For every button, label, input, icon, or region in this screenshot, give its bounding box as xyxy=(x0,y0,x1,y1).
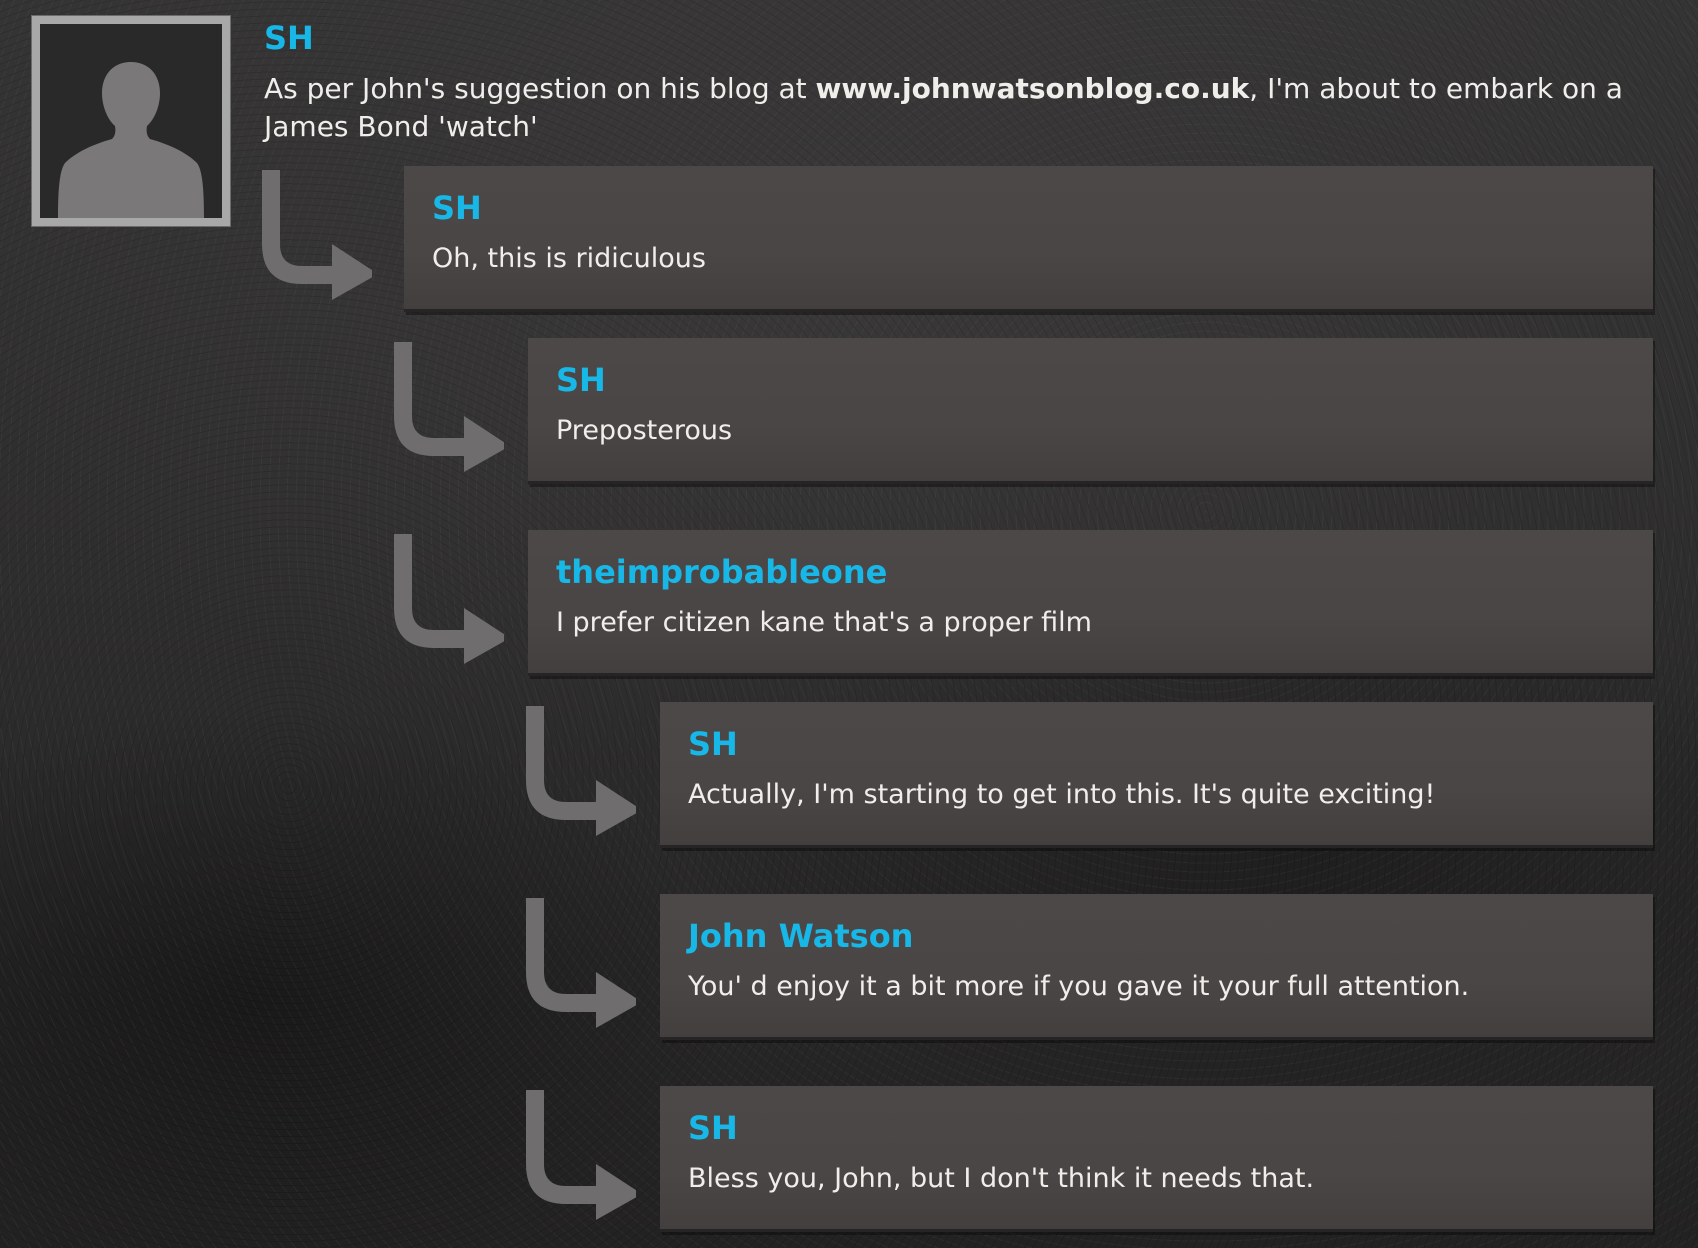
reply-arrow-icon xyxy=(526,894,636,1030)
reply-text: You' d enjoy it a bit more if you gave i… xyxy=(688,971,1470,1002)
reply-arrow-icon xyxy=(526,1086,636,1222)
reply-text: Preposterous xyxy=(556,415,733,446)
reply-author[interactable]: SH xyxy=(432,188,482,228)
reply-arrow-icon xyxy=(262,166,372,302)
reply-arrow-icon xyxy=(526,702,636,838)
reply-item: SH Bless you, John, but I don't think it… xyxy=(660,1086,1653,1232)
reply-text: I prefer citizen kane that's a proper fi… xyxy=(556,607,1092,638)
reply-author[interactable]: SH xyxy=(556,360,606,400)
reply-arrow-icon xyxy=(394,338,504,474)
reply-text: Actually, I'm starting to get into this.… xyxy=(688,779,1436,810)
reply-item: theimprobableone I prefer citizen kane t… xyxy=(528,530,1653,676)
reply-author[interactable]: John Watson xyxy=(688,916,913,956)
post-author[interactable]: SH xyxy=(264,18,314,58)
reply-text: Bless you, John, but I don't think it ne… xyxy=(688,1163,1315,1194)
post-text-before: As per John's suggestion on his blog at xyxy=(264,72,816,105)
reply-item: SH Preposterous xyxy=(528,338,1653,484)
reply-item: SH Oh, this is ridiculous xyxy=(404,166,1653,312)
blog-link[interactable]: www.johnwatsonblog.co.uk xyxy=(816,72,1250,105)
avatar[interactable] xyxy=(32,16,230,226)
reply-item: SH Actually, I'm starting to get into th… xyxy=(660,702,1653,848)
reply-item: John Watson You' d enjoy it a bit more i… xyxy=(660,894,1653,1040)
reply-text: Oh, this is ridiculous xyxy=(432,243,706,274)
person-silhouette-icon xyxy=(40,24,222,218)
reply-author[interactable]: theimprobableone xyxy=(556,552,887,592)
reply-arrow-icon xyxy=(394,530,504,666)
reply-author[interactable]: SH xyxy=(688,724,738,764)
post-text: As per John's suggestion on his blog at … xyxy=(264,70,1664,146)
reply-author[interactable]: SH xyxy=(688,1108,738,1148)
